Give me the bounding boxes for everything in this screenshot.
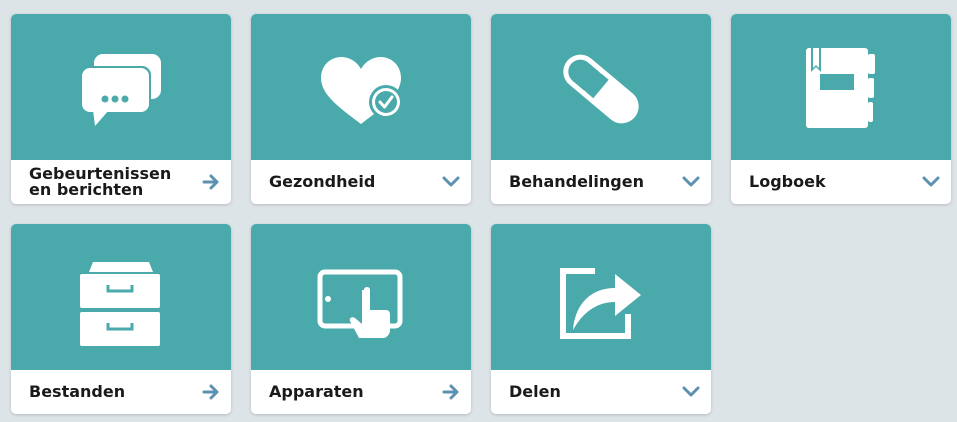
tile-apparaten[interactable]: Apparaten bbox=[251, 224, 471, 414]
tile-footer: Behandelingen bbox=[491, 160, 711, 204]
tile-footer: Gezondheid bbox=[251, 160, 471, 204]
chevron-down-icon[interactable] bbox=[921, 172, 941, 192]
tile-gebeurtenissen-en-berichten[interactable]: Gebeurtenissen en berichten bbox=[11, 14, 231, 204]
tile-label: Logboek bbox=[749, 172, 826, 191]
arrow-right-icon[interactable] bbox=[441, 382, 461, 402]
tile-label: Apparaten bbox=[269, 382, 364, 401]
tile-label: Behandelingen bbox=[509, 172, 644, 191]
chat-bubbles-icon bbox=[80, 54, 161, 126]
tile-header bbox=[731, 14, 951, 160]
tile-bestanden[interactable]: Bestanden bbox=[11, 224, 231, 414]
tile-gezondheid[interactable]: Gezondheid bbox=[251, 14, 471, 204]
heart-check-icon bbox=[321, 57, 403, 124]
tablet-touch-icon bbox=[317, 269, 403, 338]
tile-label: Delen bbox=[509, 382, 561, 401]
chevron-down-icon[interactable] bbox=[681, 172, 701, 192]
pill-icon bbox=[563, 54, 639, 124]
tile-logboek[interactable]: Logboek bbox=[731, 14, 951, 204]
arrow-right-icon[interactable] bbox=[201, 172, 221, 192]
tile-header bbox=[11, 14, 231, 160]
file-cabinet-icon bbox=[80, 262, 160, 346]
tile-footer: Delen bbox=[491, 370, 711, 414]
tile-behandelingen[interactable]: Behandelingen bbox=[491, 14, 711, 204]
tile-header bbox=[491, 224, 711, 370]
tile-footer: Bestanden bbox=[11, 370, 231, 414]
notebook-icon bbox=[806, 48, 875, 128]
tile-label: Gebeurtenissen en berichten bbox=[29, 164, 172, 199]
tile-delen[interactable]: Delen bbox=[491, 224, 711, 414]
tile-header bbox=[491, 14, 711, 160]
chevron-down-icon[interactable] bbox=[681, 382, 701, 402]
tile-label: Bestanden bbox=[29, 382, 126, 401]
tile-footer: Gebeurtenissen en berichten bbox=[11, 160, 231, 204]
tile-footer: Apparaten bbox=[251, 370, 471, 414]
arrow-right-icon[interactable] bbox=[201, 382, 221, 402]
tile-label: Gezondheid bbox=[269, 172, 376, 191]
tile-header bbox=[251, 224, 471, 370]
tile-header bbox=[251, 14, 471, 160]
tile-footer: Logboek bbox=[731, 160, 951, 204]
tile-header bbox=[11, 224, 231, 370]
chevron-down-icon[interactable] bbox=[441, 172, 461, 192]
share-icon bbox=[560, 268, 641, 339]
